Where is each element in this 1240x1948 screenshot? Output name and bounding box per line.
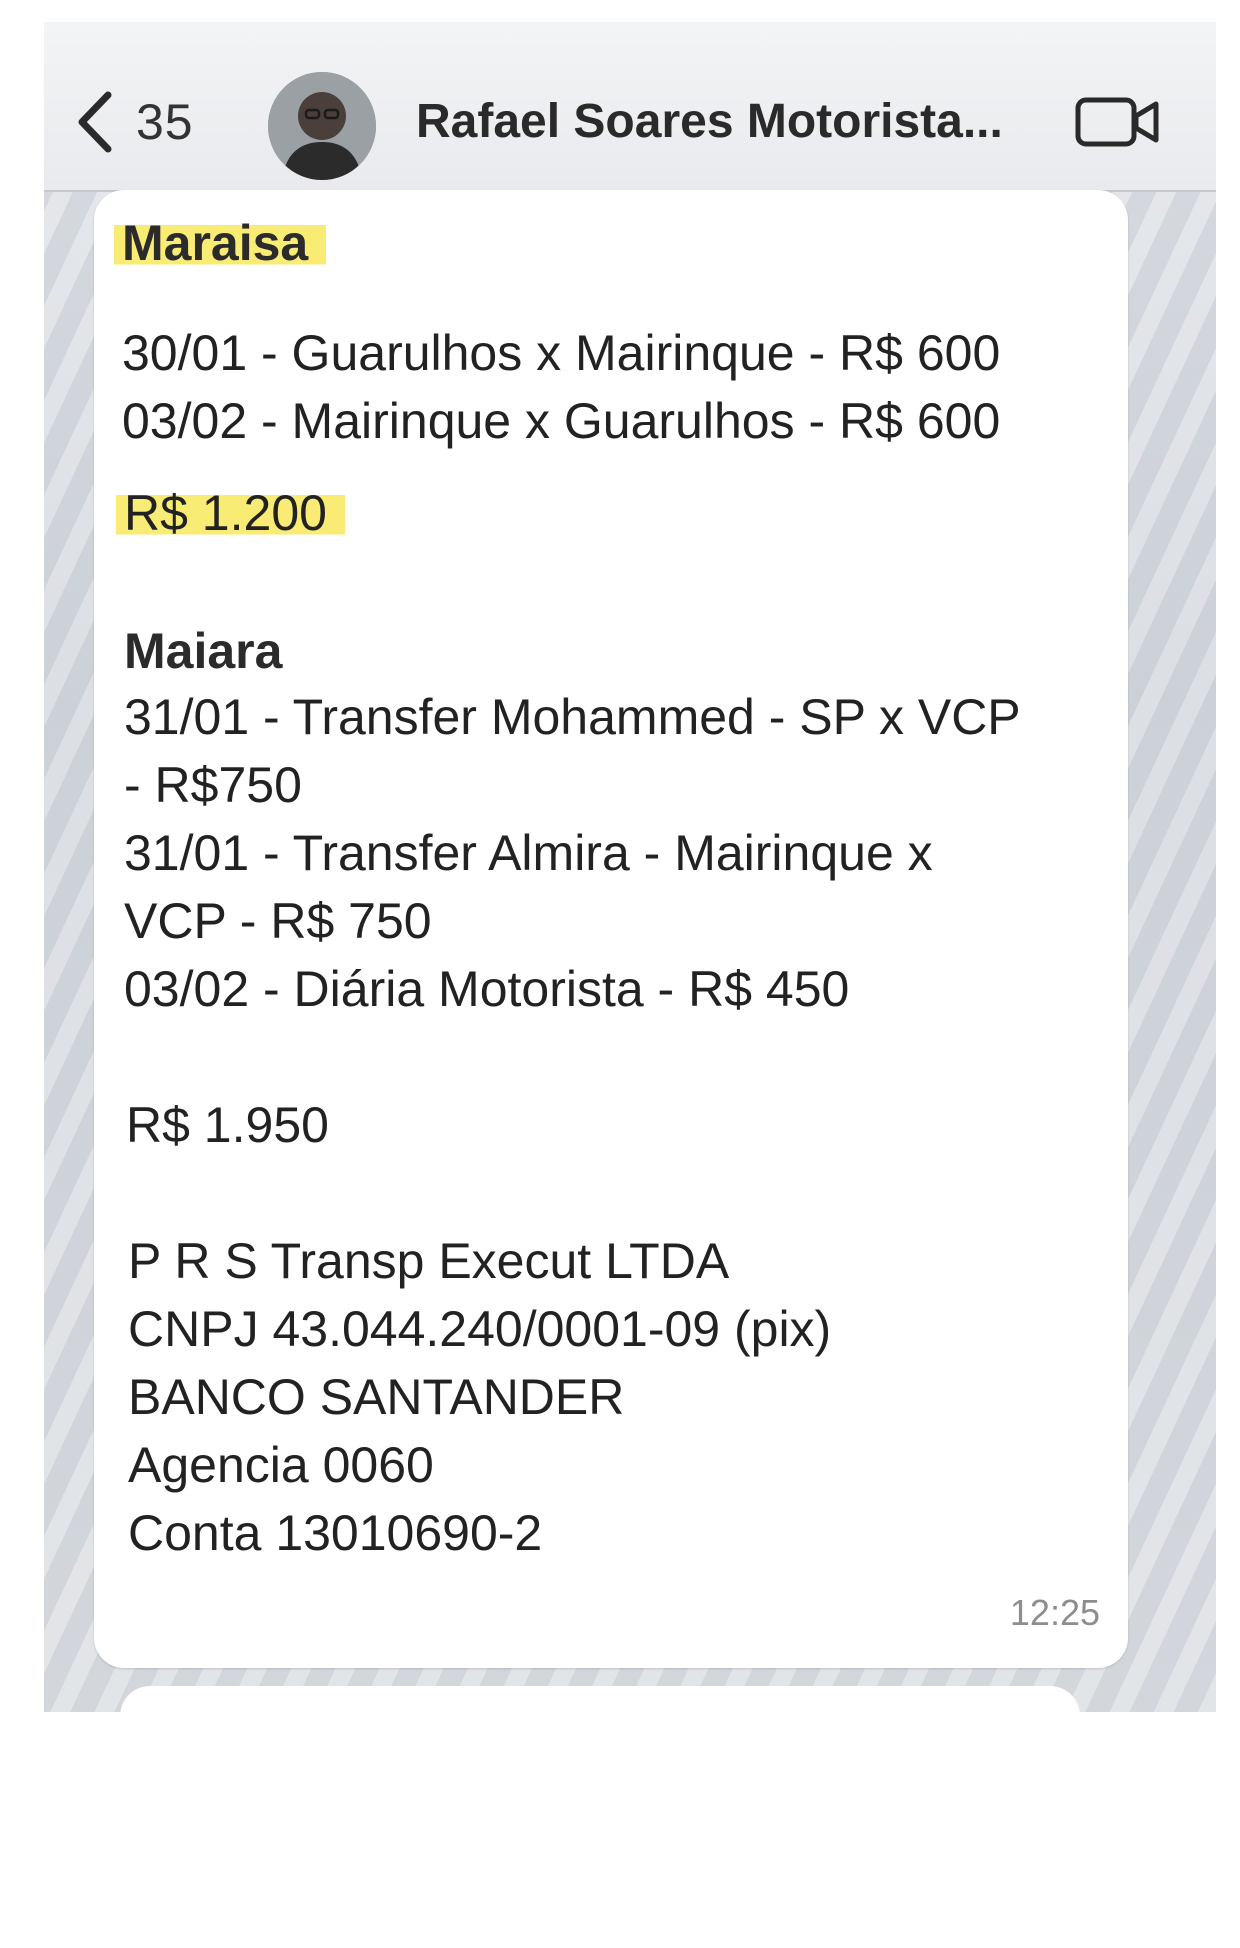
contact-name[interactable]: Rafael Soares Motorista... bbox=[416, 92, 1076, 152]
highlighted-text: Maraisa bbox=[114, 215, 327, 271]
chevron-left-icon bbox=[74, 91, 114, 153]
message-bubble[interactable]: Maraisa 30/01 - Guarulhos x Mairinque - … bbox=[94, 190, 1128, 1668]
message-timestamp: 12:25 bbox=[1009, 1592, 1100, 1633]
message-line: Conta 13010690-2 bbox=[128, 1505, 543, 1561]
back-button[interactable]: 35 bbox=[74, 91, 194, 153]
avatar[interactable] bbox=[268, 72, 376, 180]
message-line: - R$750 bbox=[124, 757, 302, 813]
message-line: R$ 1.200 bbox=[116, 482, 345, 544]
highlighted-text: R$ 1.200 bbox=[116, 485, 345, 541]
chat-header: 35 Rafael Soares Motorista... bbox=[44, 22, 1216, 192]
message-line: 31/01 - Transfer Almira - Mairinque x bbox=[124, 825, 933, 881]
message-line: Maiara bbox=[124, 623, 283, 679]
video-call-icon[interactable] bbox=[1074, 92, 1162, 152]
message-line: CNPJ 43.044.240/0001-09 (pix) bbox=[128, 1301, 832, 1357]
message-line: Agencia 0060 bbox=[128, 1437, 434, 1493]
next-message-bubble[interactable] bbox=[120, 1686, 1080, 1712]
message-line: R$ 1.950 bbox=[126, 1097, 329, 1153]
message-line: 03/02 - Mairinque x Guarulhos - R$ 600 bbox=[122, 393, 1001, 449]
chat-screen: 35 Rafael Soares Motorista... Maraisa 30… bbox=[44, 22, 1216, 1712]
message-line: P R S Transp Execut LTDA bbox=[128, 1233, 730, 1289]
message-line: 31/01 - Transfer Mohammed - SP x VCP bbox=[124, 689, 1021, 745]
message-line: 30/01 - Guarulhos x Mairinque - R$ 600 bbox=[122, 325, 1001, 381]
message-line: BANCO SANTANDER bbox=[128, 1369, 625, 1425]
message-line: 03/02 - Diária Motorista - R$ 450 bbox=[124, 961, 850, 1017]
message-line: VCP - R$ 750 bbox=[124, 893, 432, 949]
message-line: Maraisa bbox=[114, 212, 327, 274]
unread-count: 35 bbox=[136, 94, 194, 150]
